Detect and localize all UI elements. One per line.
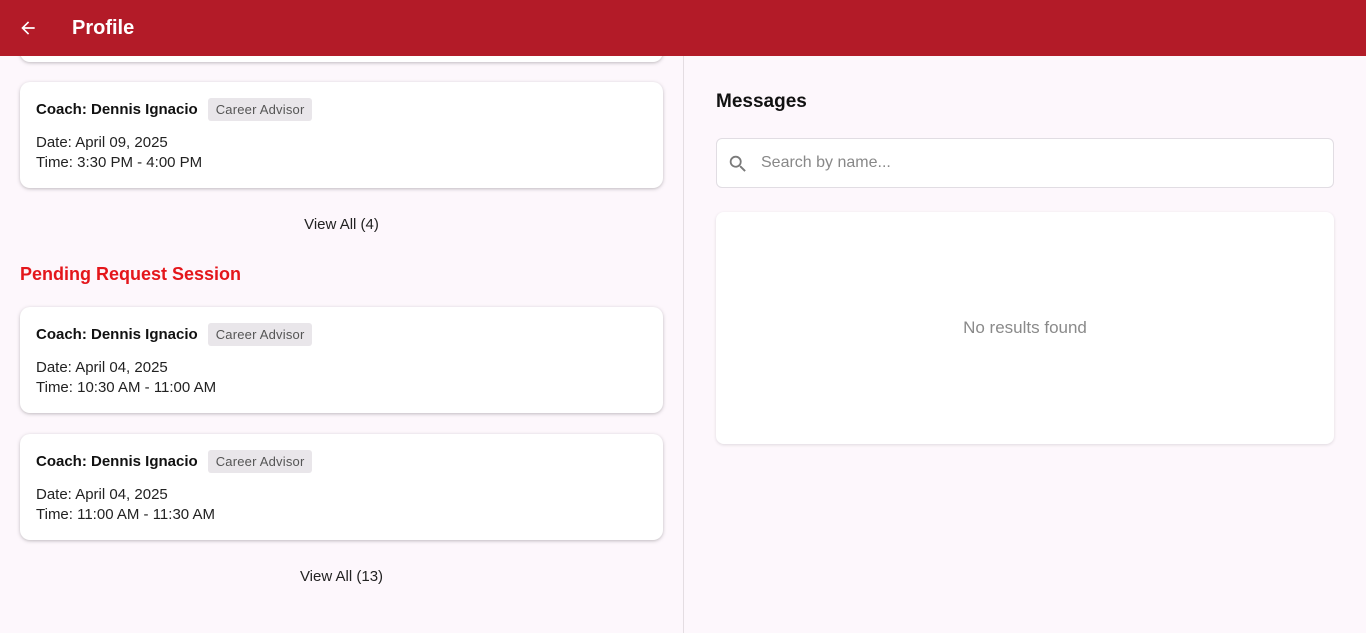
pending-section-title: Pending Request Session [20, 264, 242, 284]
pending-card[interactable]: Coach: Dennis Ignacio Career Advisor Dat… [20, 434, 663, 540]
view-all-upcoming-link[interactable]: View All (4) [0, 216, 683, 233]
coach-row: Coach: Dennis Ignacio Career Advisor [36, 98, 313, 121]
search-input[interactable] [761, 139, 1321, 187]
messages-title: Messages [716, 91, 807, 112]
coach-name: Coach: Dennis Ignacio [36, 326, 198, 343]
coach-row: Coach: Dennis Ignacio Career Advisor [36, 450, 313, 473]
coach-name: Coach: Dennis Ignacio [36, 101, 198, 118]
session-date: Date: April 04, 2025 [36, 486, 168, 503]
session-date: Date: April 04, 2025 [36, 359, 168, 376]
app-bar: Profile [0, 0, 1366, 56]
session-card-partial [20, 56, 663, 62]
session-date: Date: April 09, 2025 [36, 134, 168, 151]
empty-state-text: No results found [963, 318, 1087, 337]
messages-pane: Messages No results found [684, 56, 1366, 633]
role-chip: Career Advisor [207, 323, 313, 346]
results-panel: No results found [716, 212, 1334, 444]
session-time: Time: 3:30 PM - 4:00 PM [36, 154, 203, 171]
arrow-left-icon [21, 21, 35, 35]
sessions-pane: Coach: Dennis Ignacio Career Advisor Dat… [0, 56, 683, 633]
pending-card[interactable]: Coach: Dennis Ignacio Career Advisor Dat… [20, 307, 663, 413]
session-card[interactable]: Coach: Dennis Ignacio Career Advisor Dat… [20, 82, 663, 188]
coach-row: Coach: Dennis Ignacio Career Advisor [36, 323, 313, 346]
search-icon [729, 155, 746, 172]
coach-name: Coach: Dennis Ignacio [36, 453, 198, 470]
view-all-pending-link[interactable]: View All (13) [0, 568, 683, 585]
back-button[interactable] [14, 14, 42, 42]
page-title: Profile [72, 17, 135, 39]
role-chip: Career Advisor [207, 450, 313, 473]
role-chip: Career Advisor [207, 98, 313, 121]
search-box[interactable] [716, 138, 1334, 188]
session-time: Time: 11:00 AM - 11:30 AM [36, 506, 215, 523]
session-time: Time: 10:30 AM - 11:00 AM [36, 379, 217, 396]
